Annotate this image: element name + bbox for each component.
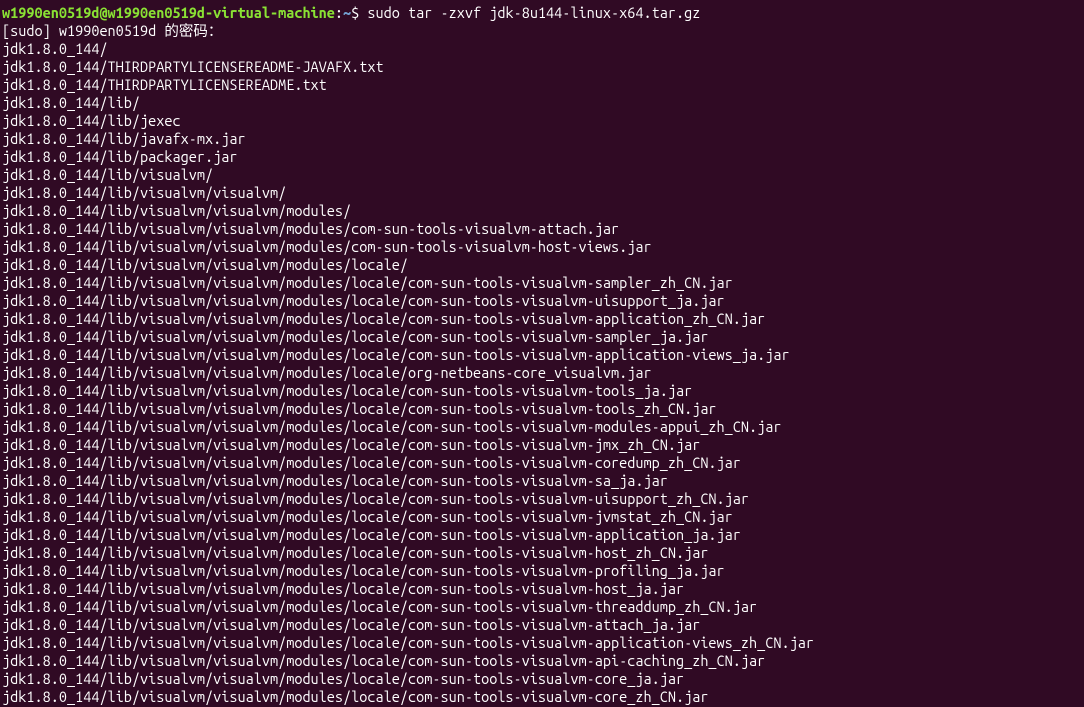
output-line: jdk1.8.0_144/lib/visualvm/visualvm/modul…: [2, 634, 1082, 652]
output-line: jdk1.8.0_144/lib/visualvm/visualvm/modul…: [2, 346, 1082, 364]
output-line: jdk1.8.0_144/lib/visualvm/visualvm/modul…: [2, 220, 1082, 238]
output-line: jdk1.8.0_144/lib/visualvm/visualvm/modul…: [2, 544, 1082, 562]
output-line: jdk1.8.0_144/lib/visualvm/visualvm/: [2, 184, 1082, 202]
output-line: jdk1.8.0_144/lib/visualvm/visualvm/modul…: [2, 364, 1082, 382]
output-line: jdk1.8.0_144/lib/visualvm/visualvm/modul…: [2, 508, 1082, 526]
output-line: jdk1.8.0_144/lib/visualvm/visualvm/modul…: [2, 436, 1082, 454]
output-line: jdk1.8.0_144/lib/visualvm/visualvm/modul…: [2, 616, 1082, 634]
output-line: jdk1.8.0_144/lib/visualvm/visualvm/modul…: [2, 328, 1082, 346]
output-line: jdk1.8.0_144/lib/visualvm/visualvm/modul…: [2, 274, 1082, 292]
output-line: jdk1.8.0_144/lib/visualvm/visualvm/modul…: [2, 562, 1082, 580]
output-line: jdk1.8.0_144/lib/visualvm/visualvm/modul…: [2, 598, 1082, 616]
output-line: jdk1.8.0_144/lib/packager.jar: [2, 148, 1082, 166]
output-line: jdk1.8.0_144/lib/jexec: [2, 112, 1082, 130]
sudo-prompt: [sudo] w1990en0519d 的密码：: [2, 22, 1082, 40]
prompt-path: ~: [343, 4, 351, 21]
output-line: jdk1.8.0_144/lib/visualvm/visualvm/modul…: [2, 310, 1082, 328]
prompt-userhost: w1990en0519d@w1990en0519d-virtual-machin…: [2, 4, 335, 21]
output-line: jdk1.8.0_144/lib/visualvm/visualvm/modul…: [2, 292, 1082, 310]
output-line: jdk1.8.0_144/lib/visualvm/visualvm/modul…: [2, 472, 1082, 490]
output-line: jdk1.8.0_144/lib/visualvm/visualvm/modul…: [2, 202, 1082, 220]
output-line: jdk1.8.0_144/lib/: [2, 94, 1082, 112]
output-line: jdk1.8.0_144/lib/visualvm/: [2, 166, 1082, 184]
output-line: jdk1.8.0_144/lib/javafx-mx.jar: [2, 130, 1082, 148]
output-line: jdk1.8.0_144/lib/visualvm/visualvm/modul…: [2, 454, 1082, 472]
output-line: jdk1.8.0_144/: [2, 40, 1082, 58]
terminal-window[interactable]: w1990en0519d@w1990en0519d-virtual-machin…: [2, 4, 1082, 706]
output-line: jdk1.8.0_144/lib/visualvm/visualvm/modul…: [2, 256, 1082, 274]
prompt-dollar: $: [351, 4, 367, 21]
output-line: jdk1.8.0_144/lib/visualvm/visualvm/modul…: [2, 238, 1082, 256]
output-line: jdk1.8.0_144/THIRDPARTYLICENSEREADME-JAV…: [2, 58, 1082, 76]
output-line: jdk1.8.0_144/lib/visualvm/visualvm/modul…: [2, 670, 1082, 688]
output-line: jdk1.8.0_144/lib/visualvm/visualvm/modul…: [2, 490, 1082, 508]
prompt-colon: :: [335, 4, 343, 21]
output-line: jdk1.8.0_144/lib/visualvm/visualvm/modul…: [2, 400, 1082, 418]
output-line: jdk1.8.0_144/lib/visualvm/visualvm/modul…: [2, 580, 1082, 598]
output-container: jdk1.8.0_144/jdk1.8.0_144/THIRDPARTYLICE…: [2, 40, 1082, 706]
output-line: jdk1.8.0_144/THIRDPARTYLICENSEREADME.txt: [2, 76, 1082, 94]
output-line: jdk1.8.0_144/lib/visualvm/visualvm/modul…: [2, 652, 1082, 670]
output-line: jdk1.8.0_144/lib/visualvm/visualvm/modul…: [2, 526, 1082, 544]
prompt-line[interactable]: w1990en0519d@w1990en0519d-virtual-machin…: [2, 4, 1082, 22]
output-line: jdk1.8.0_144/lib/visualvm/visualvm/modul…: [2, 382, 1082, 400]
command-text: sudo tar -zxvf jdk-8u144-linux-x64.tar.g…: [367, 4, 700, 21]
output-line: jdk1.8.0_144/lib/visualvm/visualvm/modul…: [2, 688, 1082, 706]
output-line: jdk1.8.0_144/lib/visualvm/visualvm/modul…: [2, 418, 1082, 436]
